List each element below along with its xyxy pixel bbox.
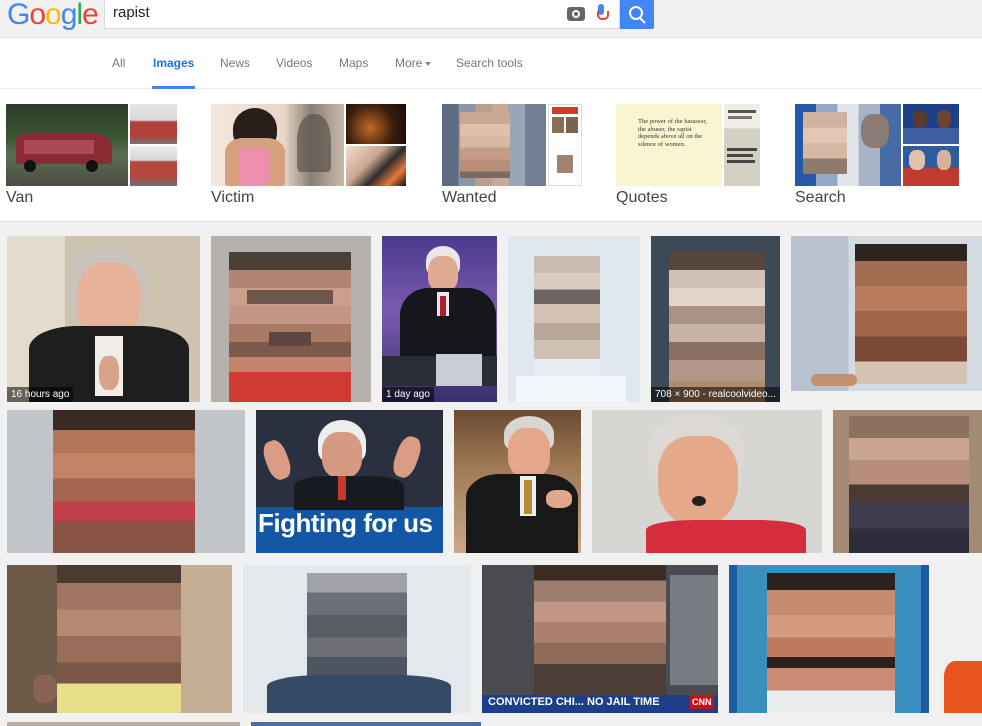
result-image-14[interactable]: CONVICTED CHI... NO JAIL TIME CNN <box>482 565 718 713</box>
related-thumb-wanted-main <box>442 104 546 186</box>
logo-letter-4: g <box>60 0 78 31</box>
result-image-1[interactable]: 16 hours ago <box>7 236 200 402</box>
related-thumb-van-3 <box>130 146 177 186</box>
related-label-victim: Victim <box>211 189 255 206</box>
search-tabs: All Images News Videos Maps More Search … <box>0 38 982 89</box>
result-image-16[interactable] <box>940 565 982 713</box>
logo-letter-6: e <box>82 0 99 31</box>
related-label-search: Search <box>795 189 846 206</box>
result-banner-fighting: Fighting for us <box>258 508 433 538</box>
chevron-down-icon <box>425 61 432 66</box>
result-image-2[interactable] <box>211 236 371 402</box>
image-results-grid: 16 hours ago 1 day ago 708 × 900 - realc… <box>0 222 982 726</box>
logo-letter-3: o <box>45 0 62 31</box>
result-image-6[interactable] <box>791 236 982 391</box>
cnn-logo: CNN <box>690 695 714 709</box>
logo-letter-2: o <box>29 0 46 31</box>
tab-maps[interactable]: Maps <box>339 56 368 89</box>
related-thumb-victim-2 <box>346 104 406 144</box>
related-thumb-quotes-2 <box>724 104 760 186</box>
search-input[interactable]: rapist <box>104 0 620 29</box>
microphone-icon[interactable] <box>597 4 609 24</box>
result-image-18[interactable] <box>251 722 481 726</box>
result-image-11[interactable] <box>833 410 982 553</box>
tab-images[interactable]: Images <box>152 56 196 89</box>
result-image-17[interactable] <box>7 722 240 726</box>
logo-letter-1: G <box>7 0 30 31</box>
related-thumb-search-2 <box>903 104 959 144</box>
tab-news[interactable]: News <box>220 56 250 89</box>
result-image-3[interactable]: 1 day ago <box>382 236 497 402</box>
related-thumb-victim-main <box>211 104 344 186</box>
related-thumb-van-main <box>6 104 128 186</box>
related-thumb-search-main <box>795 104 901 186</box>
result-image-7[interactable] <box>7 410 245 553</box>
tab-all[interactable]: All <box>112 56 125 89</box>
related-searches: Van Victim Wanted The power of the haras… <box>0 90 982 222</box>
google-logo[interactable]: Google <box>7 0 99 32</box>
result-image-5[interactable]: 708 × 900 - realcoolvideo... <box>651 236 780 402</box>
result-caption-1: 16 hours ago <box>7 387 74 402</box>
result-caption-3: 1 day ago <box>382 387 434 402</box>
result-caption-5: 708 × 900 - realcoolvideo... <box>651 387 780 402</box>
result-image-4[interactable] <box>508 236 640 402</box>
result-image-8[interactable]: Fighting for us <box>256 410 443 553</box>
related-label-van: Van <box>6 189 34 206</box>
tab-more[interactable]: More <box>395 56 432 89</box>
related-thumb-quotes-main: The power of the harasser, the abuser, t… <box>616 104 722 186</box>
result-image-9[interactable] <box>454 410 581 553</box>
camera-icon[interactable] <box>567 7 585 21</box>
related-thumb-search-3 <box>903 146 959 186</box>
search-query-text: rapist <box>113 4 150 21</box>
result-image-10[interactable] <box>592 410 822 553</box>
related-label-quotes: Quotes <box>616 189 668 206</box>
tab-videos[interactable]: Videos <box>276 56 312 89</box>
tab-more-label: More <box>395 56 423 70</box>
related-thumb-van-2 <box>130 104 177 144</box>
quote-text: The power of the harasser, the abuser, t… <box>638 118 707 148</box>
result-image-12[interactable] <box>7 565 232 713</box>
tab-search-tools[interactable]: Search tools <box>456 56 523 89</box>
search-button[interactable] <box>620 0 654 29</box>
related-thumb-wanted-poster <box>548 104 582 186</box>
result-image-13[interactable] <box>243 565 471 713</box>
top-bar: Google rapist <box>0 0 982 38</box>
result-banner-cnn: CONVICTED CHI... NO JAIL TIME <box>488 696 660 708</box>
related-label-wanted: Wanted <box>442 189 497 206</box>
result-image-15[interactable] <box>729 565 929 713</box>
related-thumb-victim-3 <box>346 146 406 186</box>
